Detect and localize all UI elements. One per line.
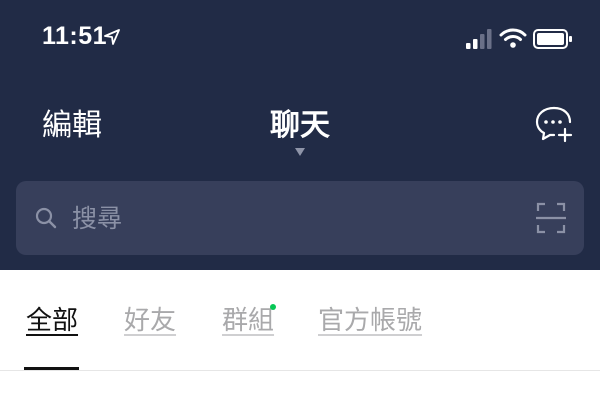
new-chat-icon[interactable] (534, 104, 574, 144)
scan-icon[interactable] (536, 202, 566, 234)
tab-friends[interactable]: 好友 (124, 306, 176, 336)
location-arrow-icon (104, 29, 120, 45)
battery-icon (533, 29, 572, 49)
chat-filter-tabs: 全部 好友 群組 官方帳號 (0, 270, 600, 371)
search-input[interactable] (72, 198, 512, 238)
search-icon (35, 207, 57, 229)
page-title: 聊天 (270, 108, 330, 143)
header-area: 11:51 編輯 聊天 (0, 0, 600, 270)
wifi-icon (499, 28, 527, 48)
tab-all[interactable]: 全部 (26, 306, 78, 336)
active-tab-indicator (24, 367, 79, 370)
caret-down-icon (295, 148, 305, 156)
status-time: 11:51 (42, 22, 108, 50)
chat-screen: 11:51 編輯 聊天 搜尋 全部 好友 群組 官方帳號 (0, 0, 600, 400)
notification-dot (270, 304, 276, 310)
title-dropdown[interactable]: 聊天 (250, 108, 350, 156)
search-bar[interactable] (16, 181, 584, 255)
edit-button[interactable]: 編輯 (42, 108, 102, 144)
tab-official-accounts[interactable]: 官方帳號 (318, 306, 422, 336)
tab-groups[interactable]: 群組 (222, 306, 274, 336)
cellular-signal-icon (466, 29, 492, 49)
